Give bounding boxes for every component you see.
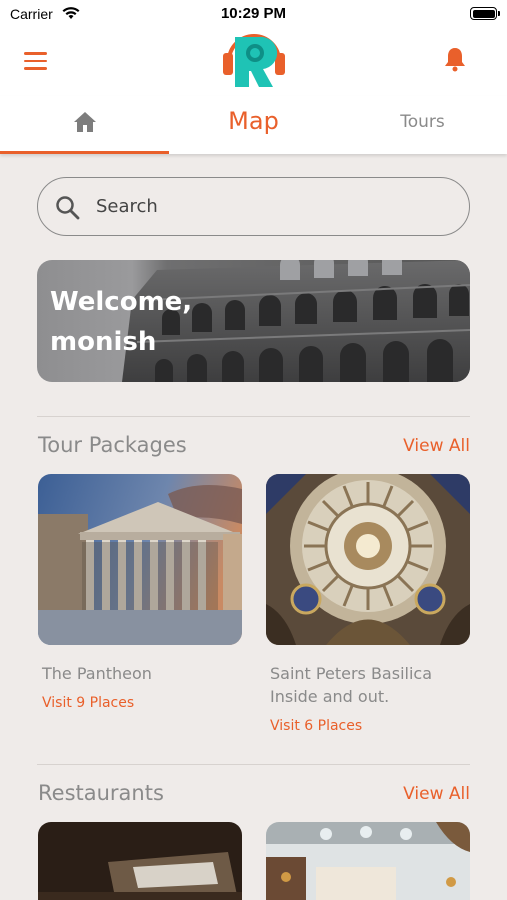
divider (37, 764, 470, 765)
tab-bar: Map Tours (0, 96, 507, 154)
welcome-banner: Welcome, monish (37, 260, 470, 382)
home-icon (73, 112, 96, 132)
restaurant-interior-image (266, 822, 470, 900)
welcome-username: monish (50, 327, 157, 357)
tab-map-label: Map (228, 107, 279, 135)
pantheon-card-image[interactable] (38, 474, 242, 645)
restaurants-view-all-link[interactable]: View All (403, 784, 470, 804)
search-input[interactable] (96, 190, 436, 222)
basilica-card-image[interactable] (266, 474, 470, 645)
bell-icon[interactable] (443, 46, 467, 72)
pantheon-image (38, 474, 242, 645)
logo (223, 34, 285, 87)
battery-icon (470, 7, 500, 20)
welcome-text: Welcome, monish (50, 282, 192, 362)
hamburger-menu-icon[interactable] (24, 52, 47, 70)
restaurant-card-image[interactable] (38, 822, 242, 900)
app-header (0, 28, 507, 96)
restaurant-image (38, 822, 242, 900)
welcome-greeting: Welcome, (50, 287, 193, 317)
tab-tours-label: Tours (400, 112, 445, 132)
restaurant-card-image[interactable] (266, 822, 470, 900)
search-icon (56, 196, 80, 220)
card-title: The Pantheon (42, 664, 152, 683)
card-visit-places[interactable]: Visit 6 Places (270, 718, 362, 734)
tab-tours[interactable]: Tours (338, 96, 507, 154)
basilica-dome-image (266, 474, 470, 645)
divider (37, 416, 470, 417)
status-bar: Carrier 10:29 PM (0, 0, 507, 28)
card-title: Saint Peters Basilica Inside and out. (270, 664, 432, 706)
search-bar[interactable] (37, 177, 470, 236)
tab-home[interactable] (0, 96, 169, 154)
tour-packages-title: Tour Packages (38, 433, 187, 457)
restaurants-title: Restaurants (38, 781, 164, 805)
clock: 10:29 PM (220, 5, 287, 22)
tab-map[interactable]: Map (169, 96, 338, 154)
tour-packages-view-all-link[interactable]: View All (403, 436, 470, 456)
card-visit-places[interactable]: Visit 9 Places (42, 695, 134, 711)
